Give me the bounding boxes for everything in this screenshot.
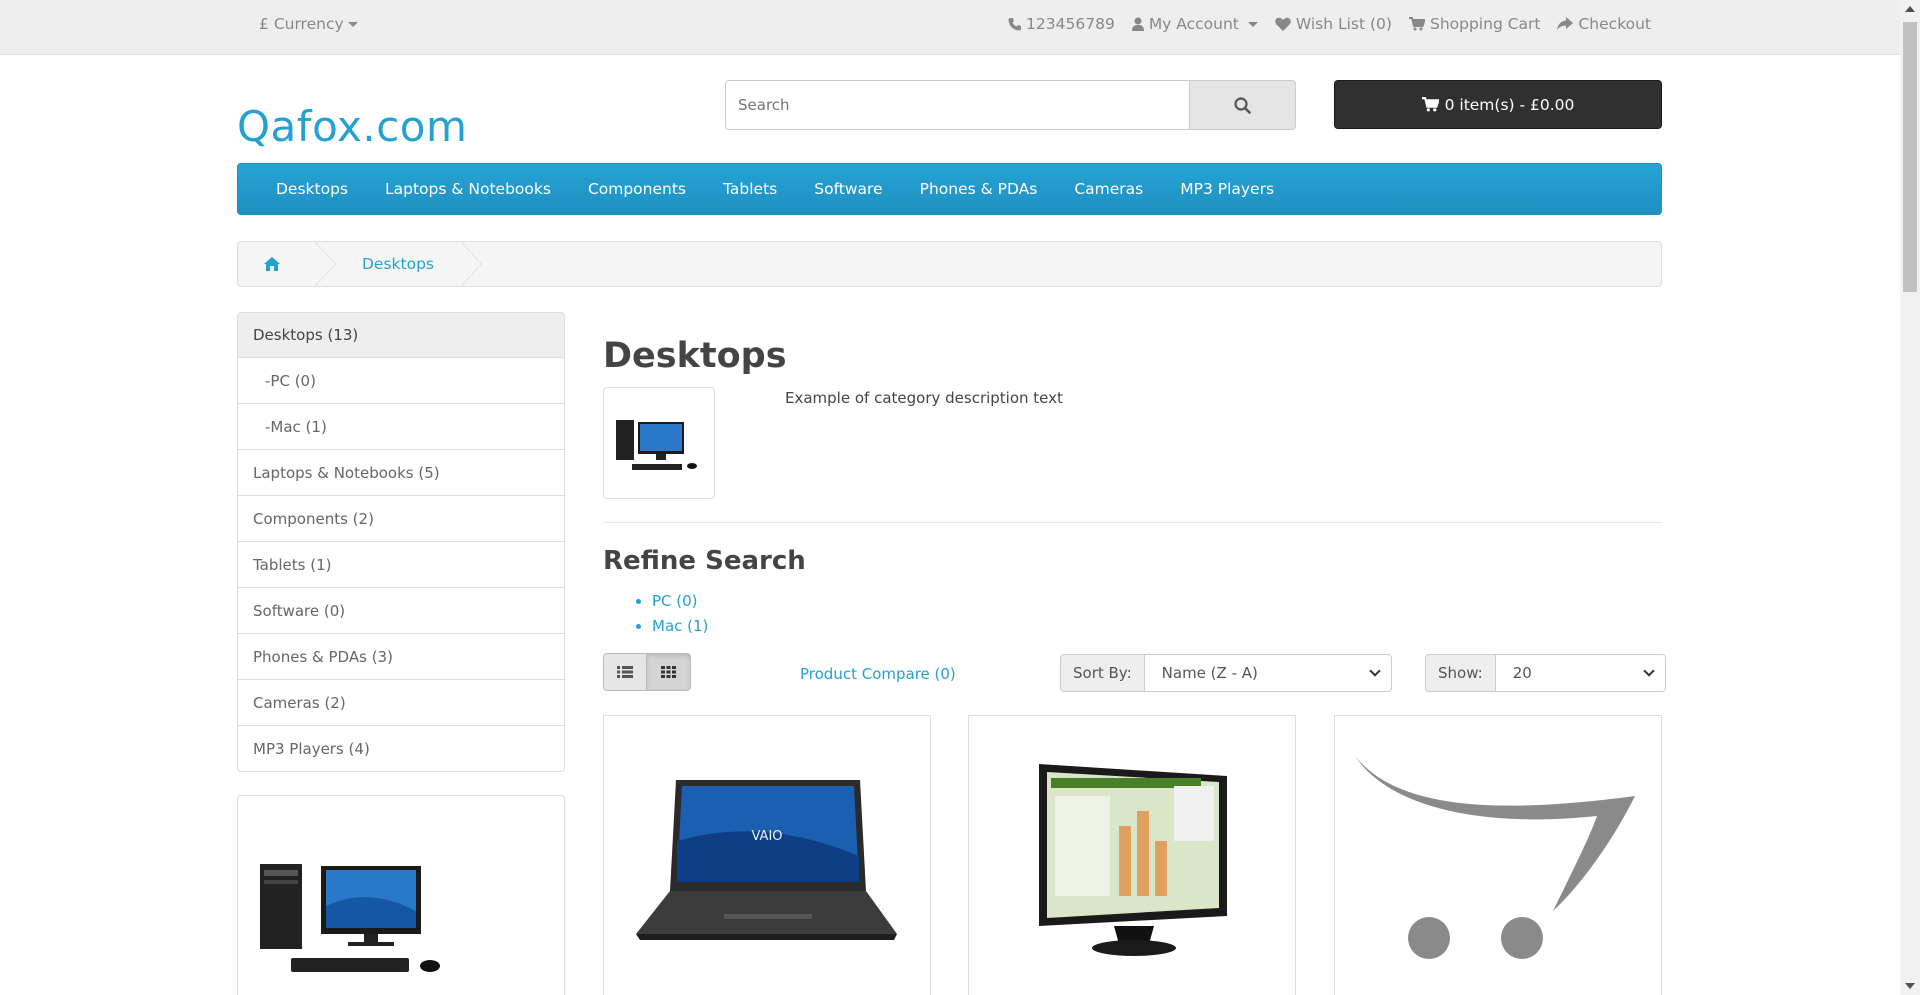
breadcrumb-separator (313, 240, 336, 288)
placeholder-cart-image (1355, 756, 1635, 959)
list-icon (617, 666, 633, 678)
menu-item-desktops[interactable]: Desktops (276, 180, 348, 198)
refine-search-list: PC (0) Mac (1) (652, 592, 708, 642)
breadcrumb-label: Desktops (362, 255, 434, 273)
my-account-label: My Account (1148, 15, 1239, 33)
sidebar-item-tablets[interactable]: Tablets (1) (237, 542, 565, 588)
share-icon (1557, 17, 1574, 30)
phone-number: 123456789 (1026, 15, 1115, 33)
sidebar-banner[interactable] (237, 795, 565, 995)
sidebar-item-components[interactable]: Components (2) (237, 496, 565, 542)
menu-item-components[interactable]: Components (588, 180, 686, 198)
grid-icon (661, 666, 676, 678)
breadcrumb-desktops[interactable]: Desktops (336, 242, 460, 286)
top-bar: £ Currency 123456789 My Account Wish Lis… (0, 0, 1900, 55)
category-sidebar: Desktops (13) -PC (0) -Mac (1) Laptops &… (237, 312, 565, 772)
menu-item-tablets[interactable]: Tablets (723, 180, 777, 198)
cart-icon (1408, 17, 1425, 31)
cart-button[interactable]: 0 item(s) - £0.00 (1334, 80, 1662, 129)
desktop-computer-image (260, 864, 440, 972)
user-icon (1131, 17, 1144, 31)
sidebar-item-software[interactable]: Software (0) (237, 588, 565, 634)
product-compare-link[interactable]: Product Compare (0) (800, 665, 956, 683)
breadcrumb-separator (459, 240, 482, 288)
laptop-image: VAIO (636, 780, 897, 940)
search-input[interactable] (725, 80, 1190, 130)
refine-link-mac[interactable]: Mac (1) (652, 617, 708, 635)
category-thumbnail (603, 387, 715, 499)
menu-item-phones[interactable]: Phones & PDAs (920, 180, 1038, 198)
show-select[interactable]: 20 (1495, 654, 1666, 692)
sidebar-item-pc[interactable]: -PC (0) (237, 358, 565, 404)
list-view-button[interactable] (603, 653, 647, 691)
cart-summary: 0 item(s) - £0.00 (1444, 95, 1575, 114)
product-card[interactable]: VAIO (603, 715, 931, 995)
currency-label: Currency (273, 15, 344, 33)
search-bar (725, 80, 1296, 130)
scrollbar-thumb[interactable] (1903, 22, 1917, 292)
sort-select[interactable]: Name (Z - A) (1144, 654, 1392, 692)
shopping-cart-label: Shopping Cart (1429, 15, 1541, 33)
phone-icon (1008, 18, 1022, 31)
currency-dropdown[interactable]: £ Currency (259, 15, 358, 33)
sidebar-item-mac[interactable]: -Mac (1) (237, 404, 565, 450)
wishlist-link[interactable]: Wish List (0) (1275, 15, 1392, 33)
home-icon (264, 257, 280, 271)
breadcrumb-home[interactable] (238, 242, 314, 286)
show-label: Show: (1425, 654, 1496, 692)
monitor-image (1039, 764, 1227, 956)
phone-link[interactable]: 123456789 (1008, 15, 1115, 33)
menu-item-software[interactable]: Software (814, 180, 882, 198)
sidebar-item-desktops[interactable]: Desktops (13) (237, 312, 565, 358)
page-title: Desktops (603, 336, 787, 376)
breadcrumb: Desktops (237, 240, 1662, 288)
chevron-down-icon (1643, 665, 1655, 677)
category-description: Example of category description text (785, 389, 1063, 407)
scroll-up-arrow-icon[interactable] (1905, 6, 1915, 12)
site-logo[interactable]: Qafox.com (237, 102, 467, 151)
wishlist-label: Wish List (0) (1295, 15, 1392, 33)
sidebar-item-cameras[interactable]: Cameras (2) (237, 680, 565, 726)
refine-search-heading: Refine Search (603, 546, 806, 576)
show-value: 20 (1512, 664, 1532, 682)
svg-text:VAIO: VAIO (751, 829, 782, 844)
product-card[interactable] (968, 715, 1296, 995)
menu-item-laptops[interactable]: Laptops & Notebooks (385, 180, 551, 198)
sort-control: Sort By: Name (Z - A) (1060, 654, 1392, 692)
divider (603, 522, 1662, 523)
currency-symbol: £ (259, 15, 269, 33)
view-toggle (603, 653, 691, 691)
caret-down-icon (1247, 21, 1258, 27)
chevron-down-icon (1368, 665, 1381, 677)
page-scrollbar[interactable] (1900, 0, 1920, 995)
checkout-link[interactable]: Checkout (1557, 15, 1651, 33)
search-button[interactable] (1190, 80, 1296, 130)
sidebar-item-phones[interactable]: Phones & PDAs (3) (237, 634, 565, 680)
refine-link-pc[interactable]: PC (0) (652, 592, 708, 610)
heart-icon (1275, 17, 1291, 31)
sidebar-item-laptops[interactable]: Laptops & Notebooks (5) (237, 450, 565, 496)
product-card[interactable] (1334, 715, 1662, 995)
top-links: 123456789 My Account Wish List (0) Shopp… (1008, 15, 1651, 33)
desktop-computer-image (616, 420, 697, 470)
caret-down-icon (347, 22, 358, 27)
menu-item-cameras[interactable]: Cameras (1074, 180, 1143, 198)
sort-value: Name (Z - A) (1161, 664, 1258, 682)
sort-label: Sort By: (1060, 654, 1145, 692)
menu-item-mp3[interactable]: MP3 Players (1180, 180, 1274, 198)
my-account-dropdown[interactable]: My Account (1131, 15, 1258, 33)
scroll-down-arrow-icon[interactable] (1905, 983, 1915, 989)
search-icon (1234, 96, 1251, 114)
grid-view-button[interactable] (647, 653, 691, 691)
cart-icon (1421, 97, 1439, 112)
sidebar-item-mp3[interactable]: MP3 Players (4) (237, 726, 565, 772)
shopping-cart-link[interactable]: Shopping Cart (1408, 15, 1541, 33)
checkout-label: Checkout (1578, 15, 1651, 33)
main-menu: Desktops Laptops & Notebooks Components … (237, 163, 1662, 215)
show-control: Show: 20 (1425, 654, 1666, 692)
